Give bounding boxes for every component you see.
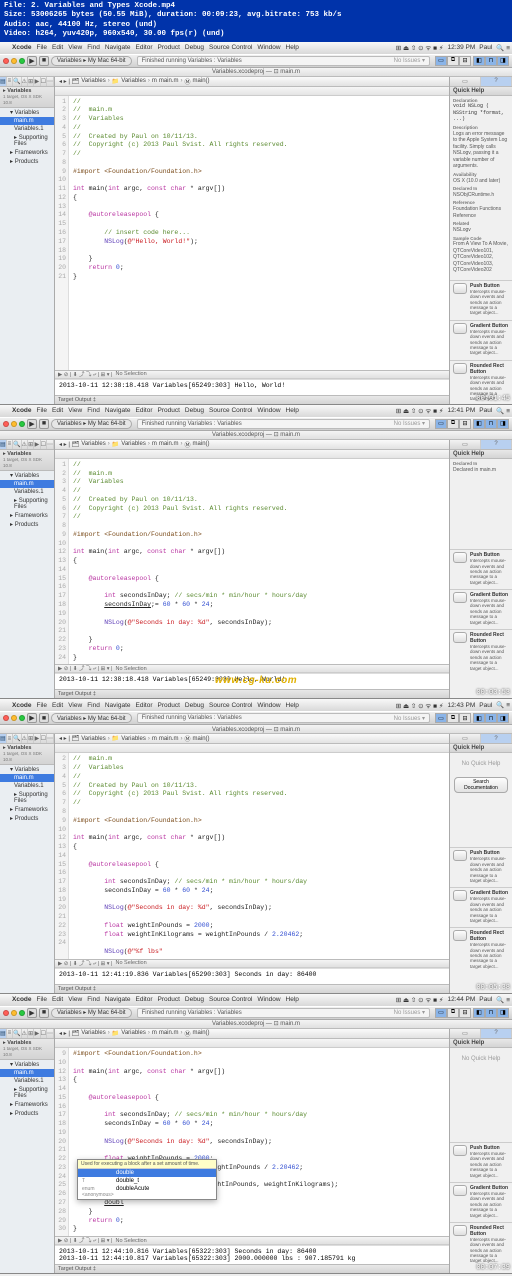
menu-editor[interactable]: Editor [136, 44, 153, 51]
window-min-icon[interactable] [11, 58, 17, 64]
console-footer: Target Output ‡ [55, 395, 449, 404]
sidebar-group-variables[interactable]: ▾ Variables [0, 108, 54, 117]
autocomplete-popup[interactable]: Used for executing a block after a set a… [77, 1159, 217, 1200]
activity-status: Finished running Variables : VariablesNo… [137, 56, 430, 66]
autocomplete-option-double[interactable]: double [78, 1169, 216, 1177]
code-area[interactable]: // main.m // Variables // // Created by … [69, 753, 449, 959]
timecode: 00:01:45 [476, 395, 510, 403]
quick-help-header: Quick Help [450, 87, 512, 96]
autocomplete-option-double-t[interactable]: Tdouble_t [78, 1177, 216, 1185]
ffprobe-header: File: 2. Variables and Types Xcode.mp4 S… [0, 0, 512, 42]
watermark: www.cg-ku.com [215, 675, 297, 686]
project-root[interactable]: ▸ Variables1 target, OS X SDK 10.8 [0, 87, 54, 108]
xcode-toolbar: ▶ ■ Variables ▸ My Mac 64-bit Finished r… [0, 54, 512, 68]
run-button[interactable]: ▶ [27, 56, 37, 66]
search-documentation-button[interactable]: Search Documentation [454, 777, 508, 793]
inspector-tabs[interactable]: ▭? [450, 77, 512, 87]
source-editor[interactable]: ◂ ▸ | 🗂 Variables›📁 Variables›m main.m›Ⓜ… [55, 77, 450, 404]
stop-button[interactable]: ■ [39, 56, 49, 66]
scheme-selector[interactable]: Variables ▸ My Mac 64-bit [51, 56, 132, 66]
menu-product[interactable]: Product [157, 44, 179, 51]
sidebar-item-mainm[interactable]: main.m [0, 117, 54, 125]
sidebar-item-products[interactable]: ▸ Products [0, 157, 54, 166]
autocomplete-option-doubleacute[interactable]: enum <anonymous>doubleAcute [78, 1185, 216, 1199]
console-output[interactable]: 2013-10-11 12:38:18.418 Variables[65249:… [55, 379, 449, 395]
window-close-icon[interactable] [3, 58, 9, 64]
menu-xcode[interactable]: Xcode [12, 44, 32, 51]
clock: 12:39 PM [447, 44, 475, 51]
console-output[interactable]: 2013-10-11 12:44:10.816 Variables[65322:… [55, 1245, 449, 1264]
code-area[interactable]: #import <Foundation/Foundation.h> int ma… [69, 1048, 449, 1236]
scheme-selector[interactable]: Variables ▸ My Mac 64-bit [51, 419, 132, 429]
stop-button[interactable]: ■ [39, 419, 49, 429]
run-button[interactable]: ▶ [27, 419, 37, 429]
mac-menubar: Xcode File Edit View Find Navigate Edito… [0, 42, 512, 54]
object-gradient-button[interactable]: Gradient ButtonIntercepts mouse-down eve… [450, 320, 512, 358]
menu-window[interactable]: Window [257, 44, 280, 51]
navigator-sidebar: ▤≡🔍⚠⊞▶☐⋯ ▸ Variables1 target, OS X SDK 1… [0, 77, 55, 404]
menubar-icons[interactable]: ⊞ ⏏ ⇧ ⊙ ᯤ ■ ⚡︎ [396, 43, 444, 52]
autocomplete-hint: Used for executing a block after a set a… [78, 1160, 216, 1169]
frame-1: Xcode File Edit View Find Navigate Edito… [0, 42, 512, 405]
sidebar-item-variables1[interactable]: Variables.1 [0, 125, 54, 133]
no-quick-help-label: No Quick Help [450, 753, 512, 775]
sidebar-item-supporting[interactable]: ▸ Supporting Files [0, 133, 54, 148]
utilities-panel: ▭? Quick Help Declarationvoid NSLog ( NS… [450, 77, 512, 404]
user-name[interactable]: Paul [479, 44, 492, 51]
navigator-tabs[interactable]: ▤≡🔍⚠⊞▶☐⋯ [0, 77, 54, 87]
code-area[interactable]: // // main.m // Variables // // Created … [69, 96, 449, 370]
debug-toolbar[interactable]: ▶ ⊘ | ⬇ ⤴ ⤵ ⤶ | ⊞ ▾ | No Selection [55, 370, 449, 379]
console-output[interactable]: 2013-10-11 12:41:19.836 Variables[65290:… [55, 968, 449, 984]
menu-edit[interactable]: Edit [52, 44, 63, 51]
sidebar-item-mainm[interactable]: main.m [0, 480, 54, 488]
menu-navigate[interactable]: Navigate [105, 44, 131, 51]
object-push-button[interactable]: Push ButtonIntercepts mouse-down events … [450, 280, 512, 318]
menu-sourcecontrol[interactable]: Source Control [209, 44, 252, 51]
jump-bar[interactable]: ◂ ▸ | 🗂 Variables›📁 Variables›m main.m›Ⓜ… [55, 77, 449, 87]
frame-2: XcodeFileEditViewFindNavigateEditorProdu… [0, 405, 512, 700]
menu-find[interactable]: Find [87, 44, 100, 51]
window-title: Variables.xcodeproj — ⊡ main.m [0, 68, 512, 77]
menu-file[interactable]: File [37, 44, 47, 51]
menu-view[interactable]: View [68, 44, 82, 51]
code-area[interactable]: // // main.m // Variables // // Created … [69, 459, 449, 665]
menu-help[interactable]: Help [286, 44, 299, 51]
editor-mode-seg[interactable]: ▭⧉⊟ [435, 56, 471, 66]
frame-3: XcodeFileEditViewFindNavigateEditorProdu… [0, 699, 512, 994]
spotlight-icon[interactable]: 🔍 ≡ [496, 44, 510, 52]
sidebar-item-frameworks[interactable]: ▸ Frameworks [0, 148, 54, 157]
window-zoom-icon[interactable] [19, 58, 25, 64]
frame-4: XcodeFileEditViewFindNavigateEditorProdu… [0, 994, 512, 1274]
menu-debug[interactable]: Debug [185, 44, 204, 51]
view-toggles[interactable]: ◧⊓◨ [473, 56, 509, 66]
